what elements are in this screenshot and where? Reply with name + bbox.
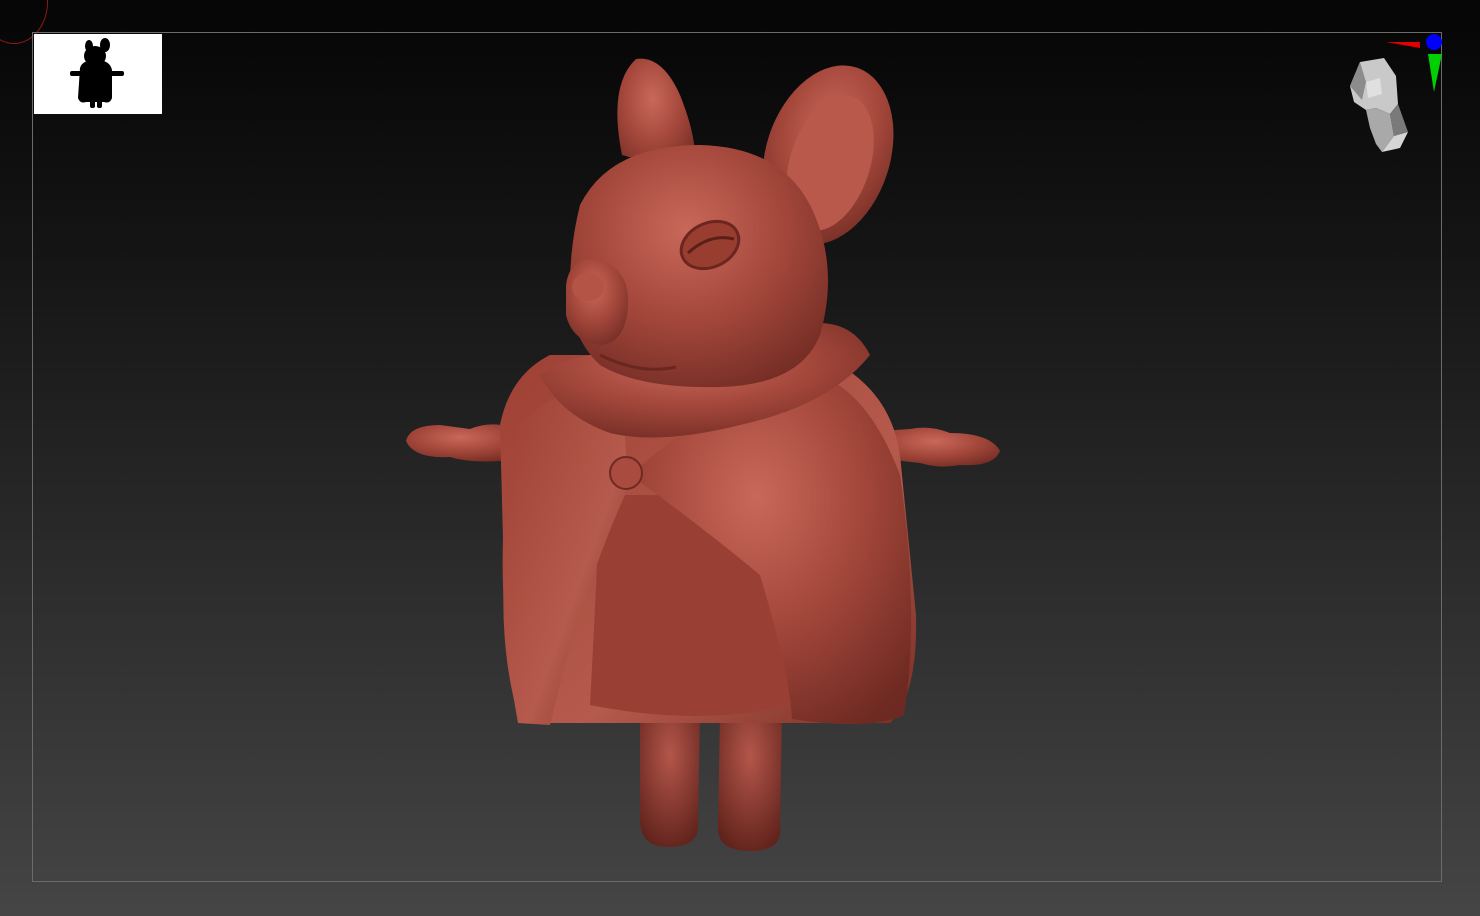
cloak-clasp (609, 456, 643, 490)
axis-gizmo-icon[interactable] (1380, 30, 1446, 96)
mouse-character-model[interactable] (400, 55, 1010, 860)
thumbnail-silhouette-view[interactable] (34, 34, 162, 114)
z-axis-dot (1426, 34, 1442, 50)
x-axis-arrow (1386, 42, 1420, 48)
legs (639, 715, 782, 851)
snout (566, 259, 629, 345)
y-axis-arrow (1428, 54, 1442, 92)
mouse-silhouette-icon (70, 38, 124, 108)
